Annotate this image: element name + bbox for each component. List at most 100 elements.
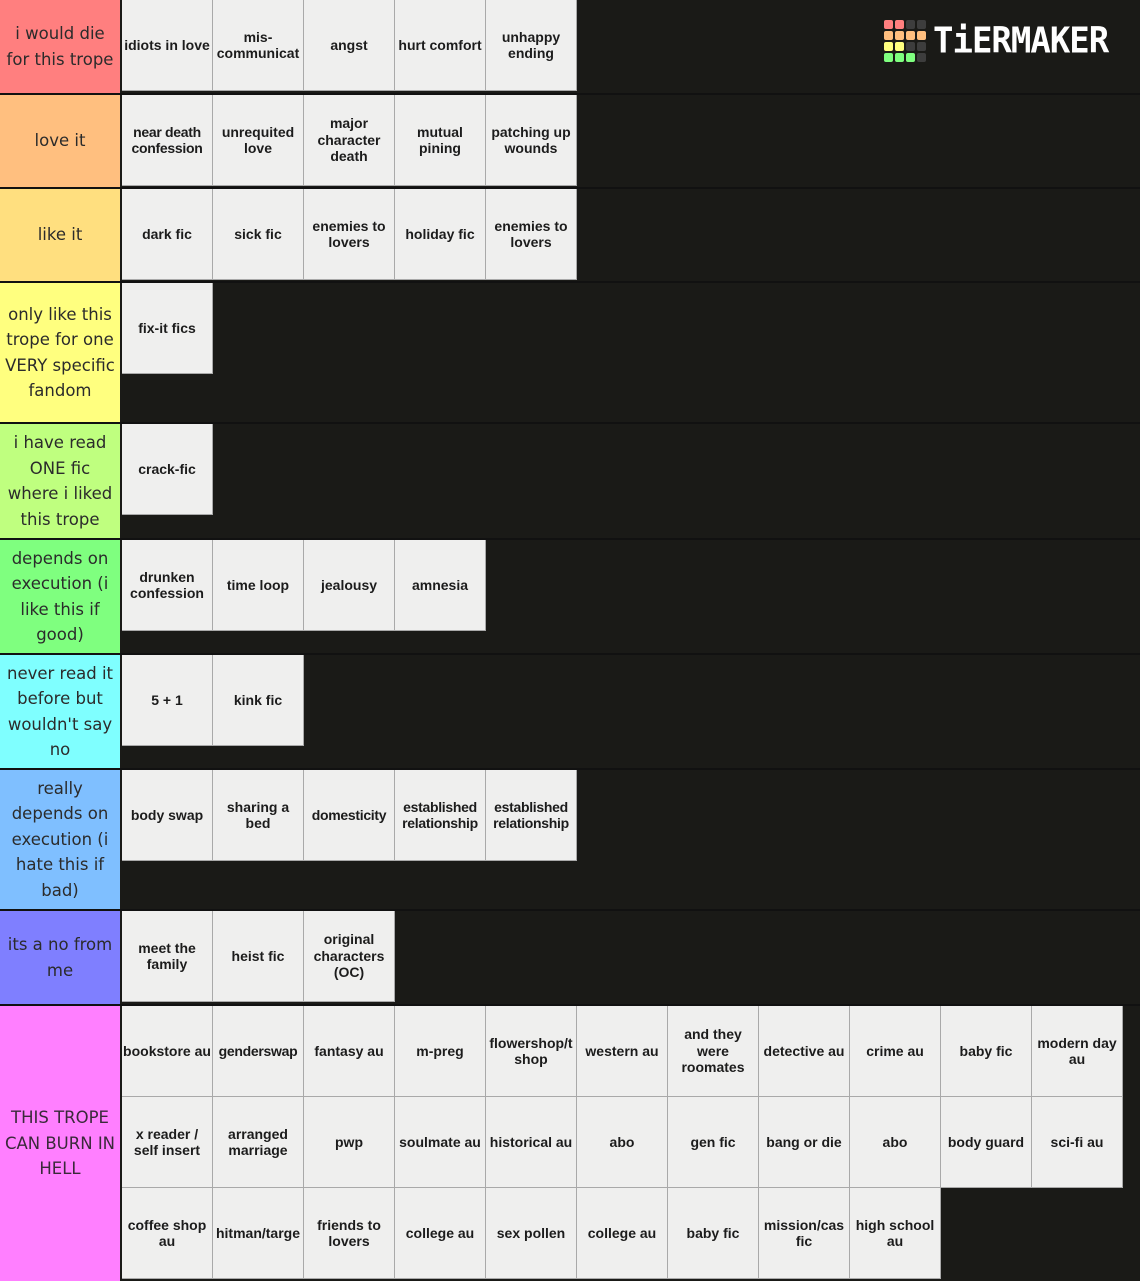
tier-item-card[interactable]: angst xyxy=(304,0,395,91)
tier-item-label: college au xyxy=(587,1224,657,1241)
tier-item-card[interactable]: x reader / self insert xyxy=(122,1097,213,1188)
tier-item-label: mission/cas fic xyxy=(763,1216,845,1250)
tier-item-card[interactable]: hitman/targe xyxy=(213,1188,304,1279)
tier-label[interactable]: love it xyxy=(0,95,122,187)
tier-item-card[interactable]: major character death xyxy=(304,95,395,186)
tier-item-card[interactable]: detective au xyxy=(759,1006,850,1097)
tier-item-card[interactable]: crime au xyxy=(850,1006,941,1097)
tier-item-card[interactable]: body swap xyxy=(122,770,213,861)
tier-item-card[interactable]: enemies to lovers xyxy=(304,189,395,280)
tier-item-label: high school au xyxy=(855,1216,935,1250)
tier-item-card[interactable]: arranged marriage xyxy=(213,1097,304,1188)
tier-item-label: bang or die xyxy=(766,1133,842,1150)
tier-item-label: x reader / self insert xyxy=(133,1125,201,1159)
tier-item-card[interactable]: modern day au xyxy=(1032,1006,1123,1097)
tier-item-card[interactable]: patching up wounds xyxy=(486,95,577,186)
tier-item-card[interactable]: coffee shop au xyxy=(122,1188,213,1279)
tier-item-label: modern day au xyxy=(1037,1034,1117,1068)
tier-label[interactable]: like it xyxy=(0,189,122,281)
tier-item-card[interactable]: 5 + 1 xyxy=(122,655,213,746)
tier-item-card[interactable]: m-preg xyxy=(395,1006,486,1097)
tier-item-card[interactable]: college au xyxy=(395,1188,486,1279)
tier-label[interactable]: i have read ONE fic where i liked this t… xyxy=(0,424,122,538)
tier-label[interactable]: really depends on execution (i hate this… xyxy=(0,770,122,909)
tier-item-label: coffee shop au xyxy=(127,1216,207,1250)
tier-item-card[interactable]: enemies to lovers xyxy=(486,189,577,280)
tier-item-card[interactable]: domesticity xyxy=(304,770,395,861)
tier-items: fix-it fics xyxy=(122,283,1138,422)
tier-item-card[interactable]: sex pollen xyxy=(486,1188,577,1279)
tier-item-card[interactable]: mutual pining xyxy=(395,95,486,186)
tier-item-card[interactable]: unrequited love xyxy=(213,95,304,186)
logo-grid-square xyxy=(917,53,926,62)
tier-item-card[interactable]: hurt comfort xyxy=(395,0,486,91)
tier-item-card[interactable]: and they were roomates xyxy=(668,1006,759,1097)
tier-item-card[interactable]: historical au xyxy=(486,1097,577,1188)
tier-item-card[interactable]: bang or die xyxy=(759,1097,850,1188)
logo-grid-square xyxy=(895,31,904,40)
tier-item-card[interactable]: sharing a bed xyxy=(213,770,304,861)
logo-grid-square xyxy=(906,31,915,40)
tier-item-card[interactable]: abo xyxy=(577,1097,668,1188)
tier-label[interactable]: never read it before but wouldn't say no xyxy=(0,655,122,768)
tier-item-card[interactable]: western au xyxy=(577,1006,668,1097)
tier-label[interactable]: its a no from me xyxy=(0,911,122,1004)
tier-item-card[interactable]: original characters (OC) xyxy=(304,911,395,1002)
tier-item-label: m-preg xyxy=(416,1042,464,1059)
tier-item-label: angst xyxy=(330,36,368,53)
tier-item-label: established relationship xyxy=(493,798,569,832)
tier-item-label: fix-it fics xyxy=(138,319,196,336)
tier-label[interactable]: i would die for this trope xyxy=(0,0,122,93)
tier-item-label: body guard xyxy=(947,1133,1025,1150)
tier-item-label: body swap xyxy=(130,806,204,823)
tier-item-card[interactable]: mission/cas fic xyxy=(759,1188,850,1279)
tier-item-label: unhappy ending xyxy=(501,28,561,62)
tier-item-card[interactable]: sick fic xyxy=(213,189,304,280)
tier-item-card[interactable]: gen fic xyxy=(668,1097,759,1188)
tier-item-label: time loop xyxy=(226,576,290,593)
tier-item-card[interactable]: drunken confession xyxy=(122,540,213,631)
tier-item-card[interactable]: kink fic xyxy=(213,655,304,746)
tier-item-card[interactable]: body guard xyxy=(941,1097,1032,1188)
tier-item-card[interactable]: flowershop/t shop xyxy=(486,1006,577,1097)
tier-item-label: crack-fic xyxy=(138,460,196,477)
tier-item-card[interactable]: baby fic xyxy=(941,1006,1032,1097)
tier-item-card[interactable]: genderswap xyxy=(213,1006,304,1097)
tier-item-card[interactable]: near death confession xyxy=(122,95,213,186)
tier-item-card[interactable]: soulmate au xyxy=(395,1097,486,1188)
tiermaker-logo[interactable]: TiERMAKER xyxy=(884,20,1109,62)
tier-item-label: historical au xyxy=(489,1133,573,1150)
tier-item-label: pwp xyxy=(335,1133,363,1150)
tier-item-card[interactable]: pwp xyxy=(304,1097,395,1188)
tier-item-card[interactable]: unhappy ending xyxy=(486,0,577,91)
tier-item-card[interactable]: established relationship xyxy=(395,770,486,861)
tier-item-card[interactable]: fix-it fics xyxy=(122,283,213,374)
tier-item-card[interactable]: heist fic xyxy=(213,911,304,1002)
tier-item-label: unrequited love xyxy=(221,123,295,157)
tier-label[interactable]: THIS TROPE CAN BURN IN HELL xyxy=(0,1006,122,1281)
tier-item-card[interactable]: fantasy au xyxy=(304,1006,395,1097)
tier-item-card[interactable]: holiday fic xyxy=(395,189,486,280)
tier-item-card[interactable]: crack-fic xyxy=(122,424,213,515)
tier-item-label: sci-fi au xyxy=(1050,1133,1104,1150)
tier-item-label: arranged marriage xyxy=(228,1125,288,1159)
tier-item-card[interactable]: idiots in love xyxy=(122,0,213,91)
tier-item-card[interactable]: high school au xyxy=(850,1188,941,1279)
tier-item-card[interactable]: mis-communicat xyxy=(213,0,304,91)
tier-item-card[interactable]: college au xyxy=(577,1188,668,1279)
tier-label[interactable]: only like this trope for one VERY specif… xyxy=(0,283,122,422)
tier-item-card[interactable]: dark fic xyxy=(122,189,213,280)
logo-grid-square xyxy=(906,42,915,51)
tier-item-card[interactable]: established relationship xyxy=(486,770,577,861)
tier-item-card[interactable]: time loop xyxy=(213,540,304,631)
tier-item-card[interactable]: friends to lovers xyxy=(304,1188,395,1279)
tier-item-card[interactable]: bookstore au xyxy=(122,1006,213,1097)
tier-item-card[interactable]: baby fic xyxy=(668,1188,759,1279)
tier-item-card[interactable]: amnesia xyxy=(395,540,486,631)
tier-label[interactable]: depends on execution (i like this if goo… xyxy=(0,540,122,653)
tier-item-card[interactable]: sci-fi au xyxy=(1032,1097,1123,1188)
tier-item-card[interactable]: jealousy xyxy=(304,540,395,631)
tier-item-card[interactable]: meet the family xyxy=(122,911,213,1002)
tier-list-board: i would die for this trope idiots in love… xyxy=(0,0,1140,1281)
tier-item-card[interactable]: abo xyxy=(850,1097,941,1188)
